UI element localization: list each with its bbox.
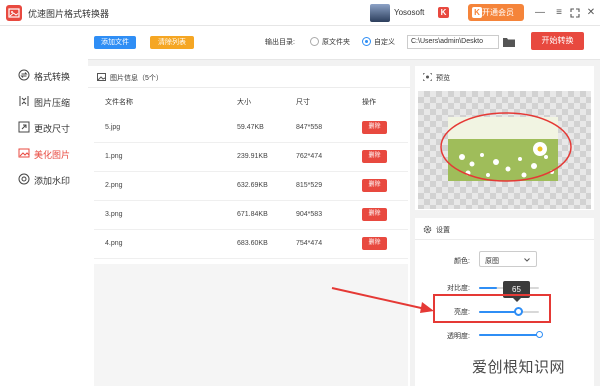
menu-icon[interactable]: ≡ [552, 6, 566, 20]
file-dims: 815*529 [296, 182, 323, 189]
compress-icon [18, 95, 30, 107]
annotation-highlight-box [433, 294, 551, 323]
preview-panel: 预览 [415, 66, 594, 210]
annotation-arrow [331, 287, 434, 313]
delete-button[interactable]: 删除 [362, 179, 387, 192]
sidebar-item-label: 美化图片 [34, 150, 71, 160]
preview-header: 预览 [415, 66, 594, 88]
color-select[interactable]: 原图 [479, 251, 537, 267]
format-convert-icon [18, 69, 30, 81]
col-header-dims: 尺寸 [296, 99, 310, 106]
settings-header: 设置 [415, 218, 594, 240]
opacity-slider[interactable] [479, 331, 543, 338]
file-dims: 847*558 [296, 124, 323, 131]
add-files-button[interactable]: 添加文件 [94, 36, 136, 49]
file-info-panel: 图片信息（5个） 文件名称 大小 尺寸 操作 5.jpg 59.47KB 847… [88, 66, 410, 386]
col-header-action: 操作 [362, 99, 376, 106]
app-logo-icon [6, 5, 22, 21]
opacity-label: 透明度: [447, 333, 470, 340]
beautify-icon [18, 147, 30, 159]
sidebar-item-beautify[interactable]: 美化图片 [0, 142, 88, 164]
radio-original-label: 原文件夹 [322, 39, 350, 46]
table-row[interactable]: 5.jpg 59.47KB 847*558 删除 [94, 114, 408, 143]
opacity-slider-knob[interactable] [535, 331, 543, 338]
vip-k-icon: K [472, 7, 482, 18]
title-bar: 优速图片格式转换器 Yososoft K K 开通会员 — ≡ ✕ [0, 0, 600, 26]
radio-custom-label: 自定义 [374, 39, 395, 46]
file-info-header: 图片信息（5个） [88, 66, 410, 88]
delete-button[interactable]: 删除 [362, 121, 387, 134]
file-dims: 904*583 [296, 211, 323, 218]
radio-original-folder[interactable] [310, 37, 319, 46]
avatar[interactable] [370, 4, 390, 22]
sidebar-item-format-convert[interactable]: 格式转换 [0, 64, 88, 86]
file-size: 671.84KB [237, 211, 268, 218]
output-path-input[interactable]: C:\Users\admin\Deskto [407, 35, 499, 49]
preview-title: 预览 [436, 75, 450, 82]
file-size: 239.91KB [237, 153, 268, 160]
col-header-name: 文件名称 [105, 99, 133, 106]
file-info-title: 图片信息（5个） [110, 75, 163, 82]
sidebar-item-label: 图片压缩 [34, 98, 71, 108]
table-row[interactable]: 4.png 683.60KB 754*474 删除 [94, 230, 408, 259]
sidebar-item-compress[interactable]: 图片压缩 [0, 90, 88, 112]
sidebar: 格式转换 图片压缩 更改尺寸 美化图片 添加水印 [0, 26, 88, 386]
delete-button[interactable]: 删除 [362, 237, 387, 250]
color-select-value: 原图 [485, 258, 499, 265]
preview-icon [422, 72, 433, 82]
open-vip-label: 开通会员 [482, 8, 514, 17]
file-name: 1.png [105, 153, 123, 160]
highlight-ellipse [440, 112, 572, 182]
vip-badge-icon: K [438, 7, 449, 18]
sidebar-item-label: 添加水印 [34, 176, 71, 186]
file-name: 4.png [105, 240, 123, 247]
resize-icon [18, 121, 30, 133]
file-name: 3.png [105, 211, 123, 218]
output-dir-label: 输出目录: [265, 39, 295, 46]
sidebar-item-label: 格式转换 [34, 72, 71, 82]
chevron-down-icon [524, 256, 530, 262]
app-title: 优速图片格式转换器 [28, 9, 110, 19]
opacity-slider-fill [479, 334, 539, 336]
start-convert-button[interactable]: 开始转换 [531, 32, 584, 50]
sidebar-item-resize[interactable]: 更改尺寸 [0, 116, 88, 138]
file-dims: 754*474 [296, 240, 323, 247]
clear-list-button[interactable]: 清除列表 [150, 36, 194, 49]
contrast-slider-fill [479, 287, 497, 289]
file-size: 632.69KB [237, 182, 268, 189]
settings-title: 设置 [436, 227, 450, 234]
sidebar-item-watermark[interactable]: 添加水印 [0, 168, 88, 190]
file-list-empty-area [94, 264, 408, 386]
watermark-text: 爱创根知识网 [472, 359, 566, 376]
table-row[interactable]: 3.png 671.84KB 904*583 删除 [94, 201, 408, 230]
file-dims: 762*474 [296, 153, 323, 160]
color-label: 颜色: [454, 258, 470, 265]
preview-canvas [418, 91, 591, 209]
delete-button[interactable]: 删除 [362, 208, 387, 221]
sidebar-item-label: 更改尺寸 [34, 124, 71, 134]
file-size: 683.60KB [237, 240, 268, 247]
col-header-size: 大小 [237, 99, 251, 106]
fullscreen-icon[interactable] [568, 6, 582, 20]
gear-icon [423, 225, 432, 234]
file-size: 59.47KB [237, 124, 264, 131]
username[interactable]: Yososoft [394, 8, 424, 17]
folder-icon[interactable] [503, 37, 515, 47]
watermark-icon [18, 173, 30, 185]
table-row[interactable]: 1.png 239.91KB 762*474 删除 [94, 143, 408, 172]
file-name: 5.jpg [105, 124, 121, 131]
minimize-icon[interactable]: — [533, 6, 547, 20]
file-name: 2.png [105, 182, 123, 189]
open-vip-button[interactable]: K 开通会员 [468, 4, 524, 21]
close-icon[interactable]: ✕ [584, 6, 598, 20]
delete-button[interactable]: 删除 [362, 150, 387, 163]
table-row[interactable]: 2.png 632.69KB 815*529 删除 [94, 172, 408, 201]
image-icon [97, 73, 106, 81]
radio-custom[interactable] [362, 37, 371, 46]
